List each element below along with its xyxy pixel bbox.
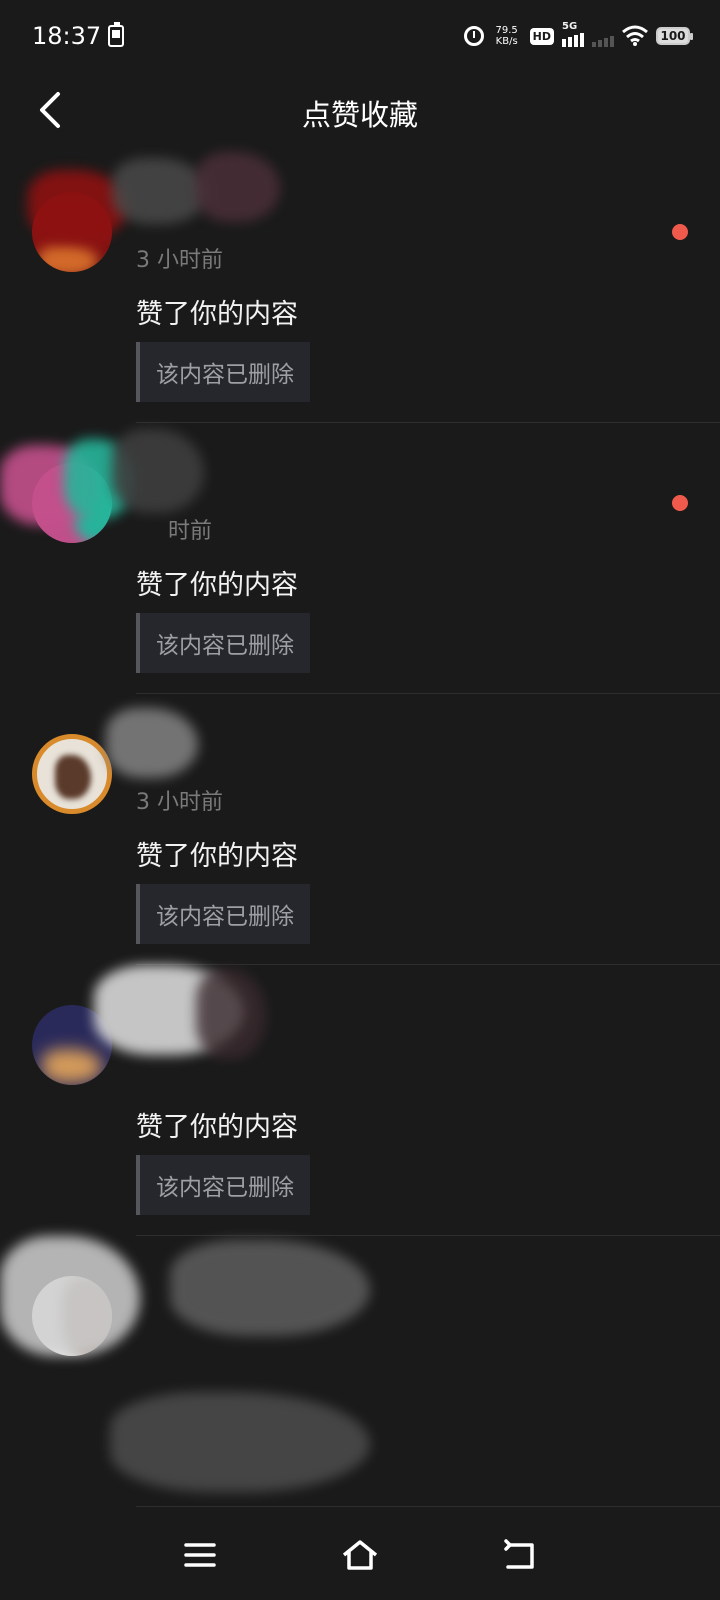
signal-bar xyxy=(574,35,578,47)
list-item[interactable]: 时前 赞了你的内容 该内容已删除 xyxy=(0,423,720,694)
action-text: 赞了你的内容 xyxy=(136,1112,298,1143)
alarm-icon xyxy=(463,26,484,46)
status-time: 18:37 xyxy=(32,22,102,50)
status-bar: 18:37 79.5 KB/s HD 5G 100 xyxy=(0,0,720,72)
redacted-username xyxy=(196,152,280,222)
quoted-content[interactable]: 该内容已删除 xyxy=(136,613,310,673)
timestamp: 3 小时前 xyxy=(136,248,223,273)
quoted-content[interactable]: 该内容已删除 xyxy=(136,1155,310,1215)
signal-bar xyxy=(592,42,596,47)
divider xyxy=(136,1506,720,1507)
network-speed-unit: KB/s xyxy=(495,36,518,47)
action-text: 赞了你的内容 xyxy=(136,299,298,330)
redacted-username xyxy=(170,1240,370,1336)
unread-dot xyxy=(672,224,688,240)
menu-icon xyxy=(184,1543,216,1567)
redacted-username xyxy=(196,969,266,1059)
page-title: 点赞收藏 xyxy=(301,98,418,132)
list-item[interactable]: 3 小时前 赞了你的内容 该内容已删除 xyxy=(0,152,720,423)
action-text: 赞了你的内容 xyxy=(136,841,298,872)
header: 点赞收藏 xyxy=(0,72,720,152)
battery-icon: 100 xyxy=(656,27,693,45)
navigation-bar xyxy=(0,1510,720,1600)
network-speed-value: 79.5 xyxy=(495,25,518,36)
redacted-username xyxy=(106,708,198,778)
timestamp: 3 小时前 xyxy=(136,790,223,815)
redacted-username xyxy=(112,158,208,224)
redacted-username xyxy=(112,429,204,513)
signal-bar xyxy=(604,38,608,47)
second-sim-signal-icon xyxy=(592,25,614,47)
battery-saver-icon xyxy=(108,22,124,47)
home-button[interactable] xyxy=(330,1525,390,1585)
cell-signal-icon: 5G xyxy=(562,21,584,47)
list-item[interactable]: 3 小时前 赞了你的内容 该内容已删除 xyxy=(0,694,720,965)
signal-bar xyxy=(598,40,602,47)
network-type: 5G xyxy=(562,21,578,32)
redacted-content xyxy=(110,1392,370,1492)
signal-bar xyxy=(568,37,572,47)
action-text: 赞了你的内容 xyxy=(136,570,298,601)
screen: 18:37 79.5 KB/s HD 5G 100 点赞收藏 3 小时前 赞了你… xyxy=(0,0,720,1600)
list-item[interactable] xyxy=(0,1236,720,1507)
hd-badge: HD xyxy=(529,27,554,45)
signal-bar xyxy=(562,39,566,47)
wifi-icon xyxy=(622,25,648,46)
signal-bar xyxy=(580,33,584,47)
return-icon xyxy=(504,1539,534,1569)
quoted-content[interactable]: 该内容已删除 xyxy=(136,884,310,944)
notification-list[interactable]: 3 小时前 赞了你的内容 该内容已删除 时前 赞了你的内容 该内容已删除 3 小… xyxy=(0,152,720,1507)
network-speed: 79.5 KB/s xyxy=(492,25,522,47)
list-item[interactable]: 赞了你的内容 该内容已删除 xyxy=(0,965,720,1236)
redacted-username xyxy=(0,1236,140,1356)
avatar[interactable] xyxy=(32,734,112,814)
menu-button[interactable] xyxy=(170,1525,230,1585)
unread-dot xyxy=(672,495,688,511)
quoted-content[interactable]: 该内容已删除 xyxy=(136,342,310,402)
back-nav-button[interactable] xyxy=(490,1525,550,1585)
signal-bar xyxy=(610,36,614,47)
timestamp: 时前 xyxy=(168,519,213,544)
status-icons: 79.5 KB/s HD 5G 100 xyxy=(463,21,693,50)
home-icon xyxy=(342,1540,378,1570)
